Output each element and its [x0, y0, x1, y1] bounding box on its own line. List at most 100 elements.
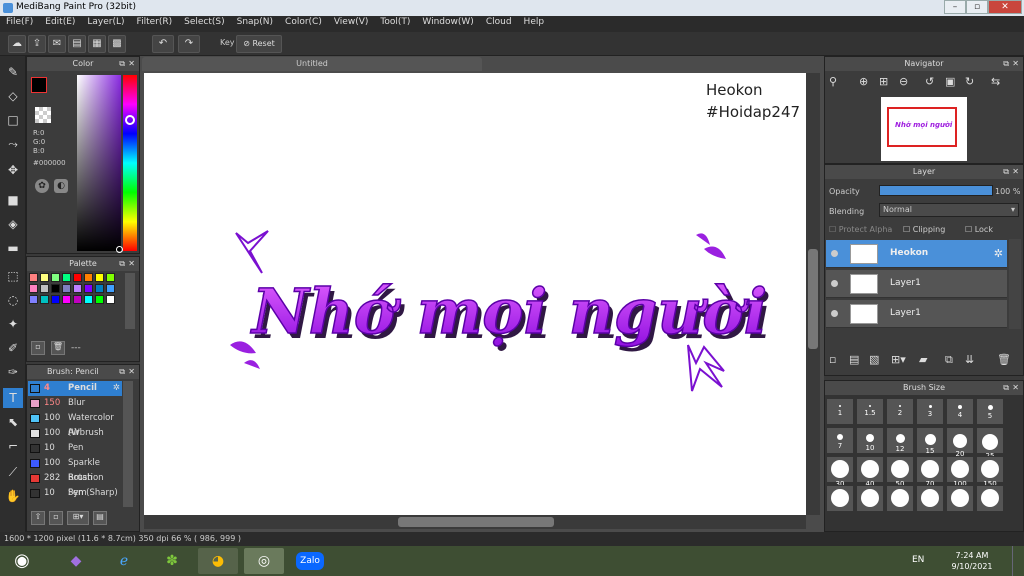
palette-swatch[interactable] — [84, 295, 93, 304]
gear-icon[interactable]: ✲ — [994, 247, 1003, 260]
palette-swatch[interactable] — [29, 295, 38, 304]
palette-swatch[interactable] — [40, 295, 49, 304]
palette-icon[interactable]: ✿ — [35, 179, 49, 193]
color-set-icon[interactable]: ◐ — [54, 179, 68, 193]
palette-scrollbar[interactable] — [125, 273, 135, 329]
navigator-preview[interactable]: Nhớ mọi người — [881, 97, 967, 161]
palette-swatch[interactable] — [29, 273, 38, 282]
add-brush-icon[interactable]: ⊞▾ — [67, 511, 89, 525]
brush-size-cell[interactable]: 50 — [886, 456, 914, 488]
layer-row[interactable]: Heokon ✲ — [826, 240, 1007, 268]
add-layer-menu-icon[interactable]: ⊞▾ — [891, 353, 906, 366]
menu-item[interactable]: View(V) — [328, 16, 375, 28]
palette-swatch[interactable] — [40, 284, 49, 293]
move-tool-icon[interactable]: ✥ — [3, 160, 23, 180]
close-icon[interactable]: ✕ — [128, 57, 135, 71]
menu-item[interactable]: Help — [518, 16, 551, 28]
brush-size-cell[interactable]: 7 — [826, 427, 854, 454]
cloud-icon[interactable]: ☁ — [8, 35, 26, 53]
brush-item[interactable]: 10 Pen (Sharp) — [28, 486, 122, 501]
palette-swatch[interactable] — [73, 273, 82, 282]
brush-size-cell[interactable]: 40 — [856, 456, 884, 488]
grid-icon[interactable]: ▩ — [108, 35, 126, 53]
brush-size-cell[interactable]: 30 — [826, 456, 854, 488]
start-button-icon[interactable]: ◉ — [2, 548, 42, 574]
brush-settings-icon[interactable]: ▤ — [93, 511, 107, 525]
palette-swatch[interactable] — [62, 295, 71, 304]
new-brush-icon[interactable]: ▫ — [49, 511, 63, 525]
zoom-in-icon[interactable]: ⊕ — [859, 75, 868, 88]
brush-size-cell[interactable]: 150 — [976, 456, 1004, 488]
brush-size-cell[interactable] — [886, 485, 914, 512]
brush-size-cell[interactable] — [976, 485, 1004, 512]
menu-item[interactable]: File(F) — [0, 16, 39, 28]
blending-select[interactable]: Normal ▾ — [879, 203, 1019, 217]
clipping-option[interactable]: ☐ Clipping — [903, 225, 945, 234]
medibang-icon[interactable]: ◎ — [244, 548, 284, 574]
brush-size-cell[interactable]: 10 — [856, 427, 884, 454]
brush-size-cell[interactable]: 5 — [976, 398, 1004, 425]
close-button[interactable]: ✕ — [988, 0, 1022, 14]
brush-size-cell[interactable] — [856, 485, 884, 512]
visual-studio-icon[interactable]: ◆ — [56, 548, 96, 574]
float-icon[interactable]: ⧉ — [119, 57, 125, 71]
hue-cursor[interactable] — [125, 115, 135, 125]
menu-item[interactable]: Window(W) — [416, 16, 479, 28]
menu-item[interactable]: Select(S) — [178, 16, 231, 28]
foreground-color-swatch[interactable] — [31, 77, 47, 93]
show-desktop-button[interactable] — [1012, 546, 1024, 576]
brush-size-cell[interactable]: 1.5 — [856, 398, 884, 425]
minimize-button[interactable]: – — [944, 0, 966, 14]
close-icon[interactable]: ✕ — [1012, 165, 1019, 179]
float-icon[interactable]: ⧉ — [1003, 57, 1009, 71]
palette-swatch[interactable] — [51, 295, 60, 304]
opacity-slider[interactable] — [879, 185, 993, 196]
float-icon[interactable]: ⧉ — [1003, 381, 1009, 395]
horizontal-scroll-thumb[interactable] — [398, 517, 554, 527]
maximize-button[interactable]: ▫ — [966, 0, 988, 14]
vertical-scroll-thumb[interactable] — [808, 249, 818, 349]
operation-tool-icon[interactable]: ⬉ — [3, 412, 23, 432]
brush-download-icon[interactable]: ⇧ — [31, 511, 45, 525]
hand-tool-icon[interactable]: ✋ — [3, 486, 23, 506]
brush-size-cell[interactable]: 1 — [826, 398, 854, 425]
palette-swatch[interactable] — [95, 273, 104, 282]
share-icon[interactable]: ⇪ — [28, 35, 46, 53]
brush-size-cell[interactable]: 2 — [886, 398, 914, 425]
transparent-color-swatch[interactable] — [35, 107, 51, 123]
palette-swatch[interactable] — [84, 273, 93, 282]
float-icon[interactable]: ⧉ — [119, 365, 125, 379]
trash-icon[interactable]: 🗑 — [997, 353, 1011, 366]
brush-size-cell[interactable]: 70 — [916, 456, 944, 488]
drawing-canvas[interactable]: Heokon #Hoidap247 Nhớ mọi người Nhớ mọi … — [144, 73, 806, 515]
lock-option[interactable]: ☐ Lock — [965, 225, 993, 234]
sv-cursor[interactable] — [116, 246, 123, 253]
palette-swatch[interactable] — [84, 284, 93, 293]
brush-tool-icon[interactable]: ✎ — [3, 62, 23, 82]
zalo-icon[interactable]: Zalo — [290, 548, 330, 574]
merge-layer-icon[interactable]: ⇊ — [965, 353, 974, 366]
palette-swatch[interactable] — [106, 284, 115, 293]
brush-size-cell[interactable]: 100 — [946, 456, 974, 488]
palette-swatch[interactable] — [62, 273, 71, 282]
rotate-right-icon[interactable]: ↻ — [965, 75, 974, 88]
close-icon[interactable]: ✕ — [128, 257, 135, 271]
brush-item[interactable]: 282 Rotation Sym — [28, 471, 122, 498]
palette-swatch[interactable] — [95, 295, 104, 304]
trash-icon[interactable]: 🗑 — [51, 341, 65, 355]
undo-icon[interactable]: ↶ — [152, 35, 174, 53]
palette-swatch[interactable] — [62, 284, 71, 293]
new-halftone-layer-icon[interactable]: ▤ — [849, 353, 859, 366]
coc-coc-icon[interactable]: ✽ — [152, 548, 192, 574]
fill-rect-tool-icon[interactable]: ■ — [3, 190, 23, 210]
menu-item[interactable]: Tool(T) — [374, 16, 416, 28]
brush-size-cell[interactable]: 12 — [886, 427, 914, 454]
palette-swatch[interactable] — [73, 295, 82, 304]
eraser-tool-icon[interactable]: ◇ — [3, 86, 23, 106]
brush-item[interactable]: 100 Sparkle Brush — [28, 456, 122, 483]
float-icon[interactable]: ⧉ — [1003, 165, 1009, 179]
vertical-scrollbar[interactable] — [806, 73, 820, 515]
magic-wand-tool-icon[interactable]: ✦ — [3, 314, 23, 334]
select-pen-tool-icon[interactable]: ✐ — [3, 338, 23, 358]
brush-item[interactable]: 100 Airbrush — [28, 426, 122, 441]
